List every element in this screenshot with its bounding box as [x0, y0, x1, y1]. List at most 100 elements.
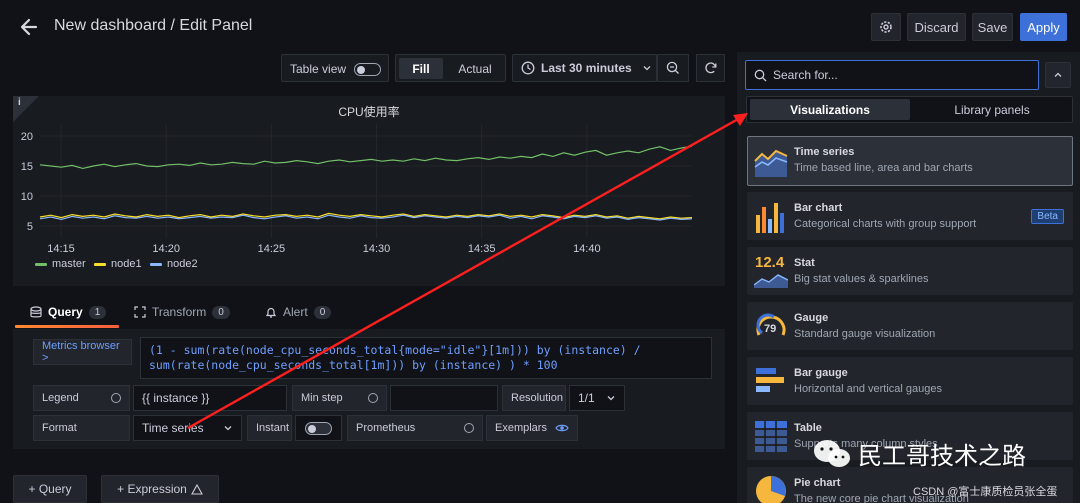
- tab-library-panels[interactable]: Library panels: [913, 99, 1071, 120]
- bell-icon: [265, 307, 277, 318]
- chevron-up-icon: [1054, 72, 1062, 77]
- tab-transform-label: Transform: [152, 305, 207, 319]
- format-select[interactable]: Time series: [133, 415, 242, 441]
- table-icon: [755, 421, 787, 452]
- viz-card-bar-chart[interactable]: Bar chart Categorical charts with group …: [747, 192, 1073, 240]
- viz-title: Table: [794, 422, 822, 434]
- y-tick-label: 20: [21, 131, 33, 143]
- eye-icon[interactable]: [555, 423, 569, 433]
- min-step-label-field: Min step: [292, 385, 387, 411]
- series-line-node2: [39, 214, 693, 221]
- metrics-browser-button[interactable]: Metrics browser >: [33, 339, 132, 365]
- add-expression-button[interactable]: + Expression: [101, 475, 219, 503]
- tab-visualizations[interactable]: Visualizations: [750, 99, 910, 120]
- min-step-field-label: Min step: [301, 392, 343, 404]
- x-tick-label: 14:20: [152, 243, 180, 255]
- viz-title: Time series: [794, 146, 855, 158]
- viz-desc: Time based line, area and bar charts: [794, 162, 973, 174]
- database-icon: [30, 305, 42, 317]
- watermark-brand: 民工哥技术之路: [812, 436, 1026, 471]
- settings-button[interactable]: [871, 13, 901, 41]
- legend-item-node1[interactable]: node1: [94, 258, 142, 270]
- search-icon: [754, 69, 767, 81]
- tab-transform[interactable]: Transform 0: [134, 305, 230, 319]
- prometheus-field-label: Prometheus: [356, 422, 416, 434]
- query-line-1: (1 - sum(rate(node_cpu_seconds_total{mod…: [149, 343, 641, 357]
- viz-title: Stat: [794, 257, 815, 269]
- discard-button[interactable]: Discard: [907, 13, 966, 41]
- min-step-input[interactable]: [390, 385, 498, 411]
- apply-button[interactable]: Apply: [1020, 13, 1067, 41]
- query-line-2: sum(rate(node_cpu_seconds_total[1m])) by…: [149, 358, 558, 372]
- transform-icon: [134, 306, 146, 318]
- save-button[interactable]: Save: [972, 13, 1013, 41]
- collapse-picker-button[interactable]: [1045, 62, 1071, 88]
- tab-query-label: Query: [48, 305, 83, 319]
- resolution-value: 1/1: [578, 391, 595, 405]
- resolution-select[interactable]: 1/1: [569, 385, 625, 411]
- tab-alert[interactable]: Alert 0: [265, 305, 332, 319]
- exemplars-label-field: Exemplars: [486, 415, 578, 441]
- promql-query-input[interactable]: (1 - sum(rate(node_cpu_seconds_total{mod…: [140, 337, 712, 379]
- gear-icon: [880, 21, 892, 33]
- y-tick-label: 10: [21, 191, 33, 203]
- x-tick-label: 14:25: [258, 243, 286, 255]
- legend-label: node1: [111, 258, 142, 270]
- tab-alert-count: 0: [313, 305, 332, 319]
- viz-title: Bar gauge: [794, 367, 848, 379]
- warning-icon: [190, 483, 203, 495]
- time-series-icon: [754, 149, 788, 177]
- beta-badge: Beta: [1031, 209, 1064, 224]
- viz-desc: Big stat values & sparklines: [794, 273, 929, 285]
- instant-toggle[interactable]: [295, 415, 342, 441]
- gauge-icon: 79: [754, 309, 788, 343]
- exemplars-field-label: Exemplars: [495, 422, 547, 434]
- tab-query[interactable]: Query 1: [30, 305, 107, 319]
- legend-item-node2[interactable]: node2: [150, 258, 198, 270]
- legend-item-master[interactable]: master: [35, 258, 86, 270]
- viz-desc: Categorical charts with group support: [794, 218, 977, 230]
- viz-card-time-series[interactable]: Time series Time based line, area and ba…: [747, 136, 1073, 186]
- watermark-credit: CSDN @富士康质检员张全蛋: [913, 486, 1058, 498]
- info-circle-icon[interactable]: [464, 423, 474, 433]
- chevron-down-icon: [224, 426, 232, 431]
- add-query-button[interactable]: + Query: [13, 475, 87, 503]
- chevron-down-icon: [607, 396, 615, 401]
- viz-desc: Standard gauge visualization: [794, 328, 936, 340]
- viz-title: Gauge: [794, 312, 829, 324]
- info-circle-icon[interactable]: [111, 393, 121, 403]
- watermark-brand-text: 民工哥技术之路: [858, 442, 1026, 470]
- series-line-master: [39, 145, 693, 170]
- viz-desc: Horizontal and vertical gauges: [794, 383, 942, 395]
- x-tick-label: 14:15: [47, 243, 75, 255]
- viz-title: Pie chart: [794, 477, 841, 489]
- viz-card-bar-gauge[interactable]: Bar gauge Horizontal and vertical gauges: [747, 357, 1073, 405]
- stat-icon: 12.4: [754, 254, 788, 288]
- tab-query-underline: [15, 325, 119, 328]
- bar-chart-icon: [756, 203, 784, 233]
- legend-input[interactable]: {{ instance }}: [133, 385, 287, 411]
- bar-gauge-icon: [756, 368, 784, 392]
- format-value: Time series: [142, 421, 204, 435]
- prometheus-label-field: Prometheus: [347, 415, 483, 441]
- resolution-label-field: Resolution: [502, 385, 566, 411]
- info-circle-icon[interactable]: [368, 393, 378, 403]
- format-label-field: Format: [33, 415, 130, 441]
- gauge-icon-text: 79: [764, 323, 777, 335]
- viz-card-stat[interactable]: 12.4 Stat Big stat values & sparklines: [747, 247, 1073, 295]
- picker-tabs: Visualizations Library panels: [746, 96, 1073, 123]
- search-placeholder: Search for...: [773, 68, 838, 82]
- viz-title: Bar chart: [794, 202, 843, 214]
- search-input[interactable]: Search for...: [745, 60, 1039, 90]
- tab-query-count: 1: [88, 305, 107, 319]
- cpu-line-chart[interactable]: 20 15 10 5 14:15 14:20 14:25 14:30 14:35 14:40: [0, 0, 737, 290]
- x-tick-label: 14:40: [573, 243, 601, 255]
- legend-field-label: Legend: [42, 392, 79, 404]
- legend-label: master: [52, 258, 86, 270]
- y-tick-label: 5: [27, 221, 33, 233]
- tab-alert-label: Alert: [283, 305, 308, 319]
- x-tick-label: 14:30: [363, 243, 391, 255]
- instant-label-field: Instant: [247, 415, 292, 441]
- pie-chart-icon: [756, 476, 786, 503]
- viz-card-gauge[interactable]: 79 Gauge Standard gauge visualization: [747, 302, 1073, 350]
